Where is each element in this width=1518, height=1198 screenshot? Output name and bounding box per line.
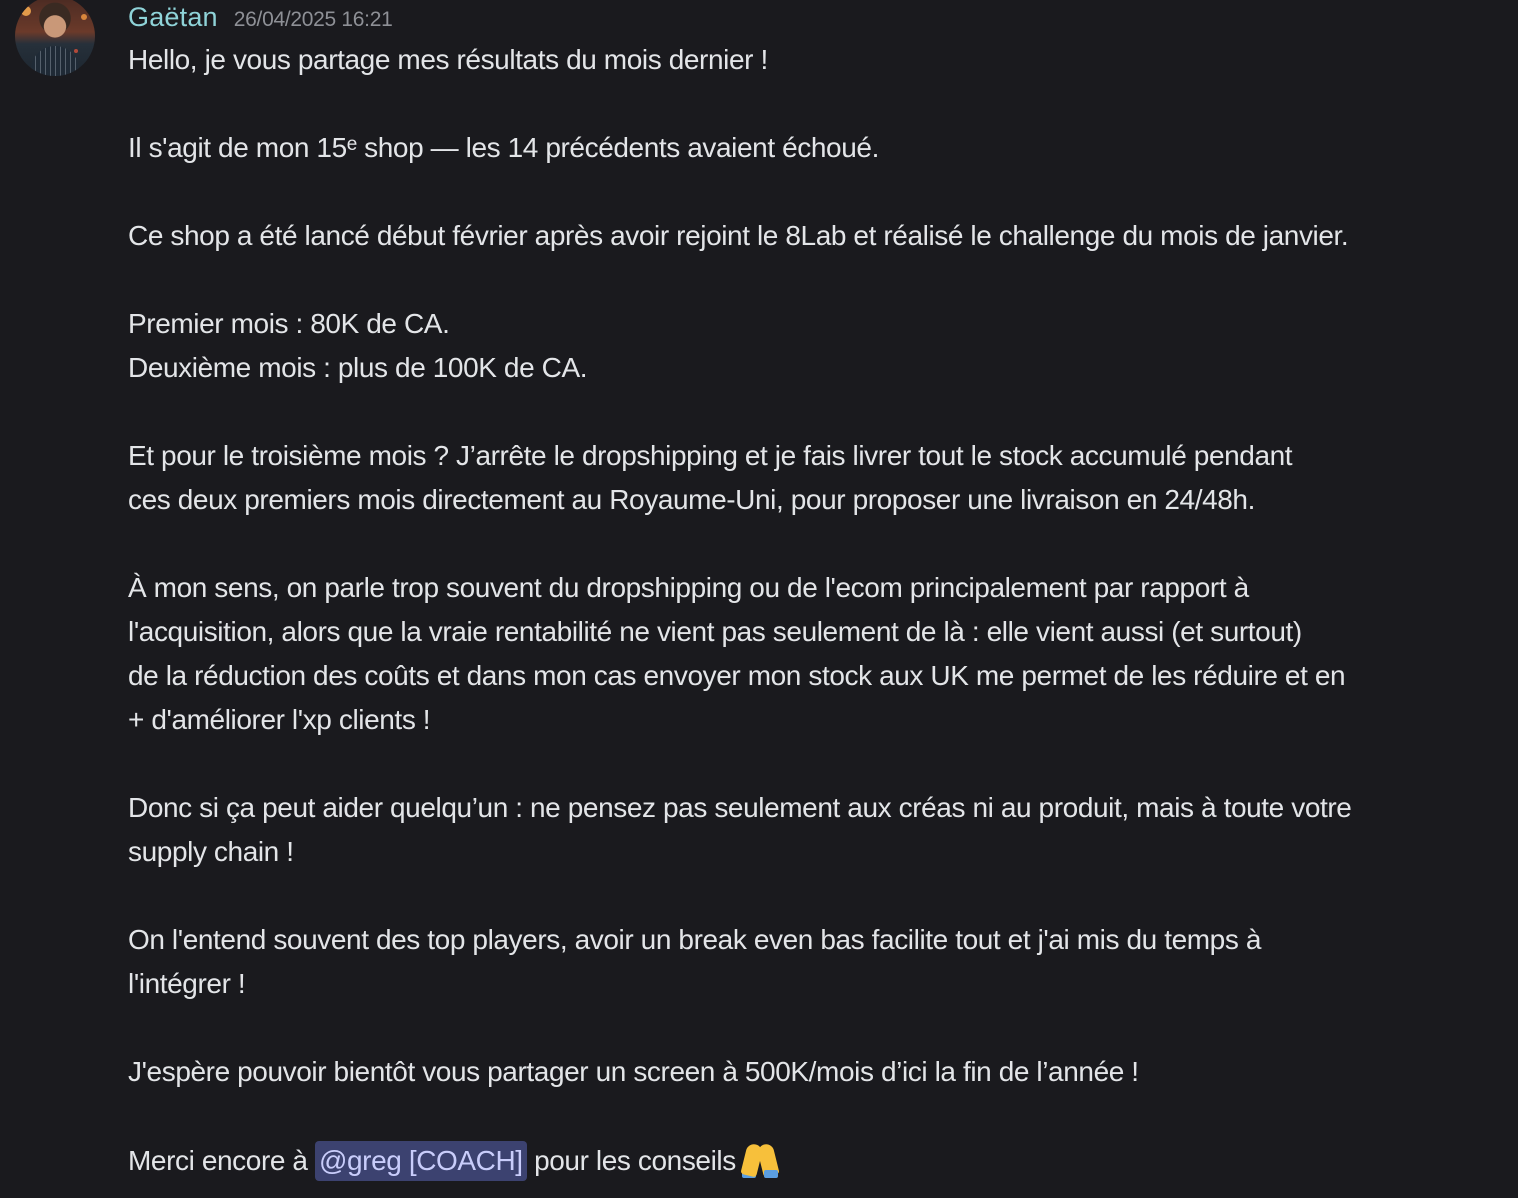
message-line: supply chain !: [128, 836, 294, 867]
user-mention[interactable]: @greg [COACH]: [314, 1141, 527, 1181]
message-line: Deuxième mois : plus de 100K de CA.: [128, 352, 588, 383]
message-line: Donc si ça peut aider quelqu’un : ne pen…: [128, 792, 1352, 823]
message-line: l'acquisition, alors que la vraie rentab…: [128, 616, 1302, 647]
message-line: de la réduction des coûts et dans mon ca…: [128, 660, 1346, 691]
message-line: Il s'agit de mon 15ᵉ shop — les 14 précé…: [128, 132, 879, 163]
message-line: J'espère pouvoir bientôt vous partager u…: [128, 1056, 1139, 1087]
thanks-text: Merci encore à: [128, 1145, 315, 1176]
message-line-final: Merci encore à @greg [COACH] pour les co…: [128, 1138, 1500, 1182]
message-line: + d'améliorer l'xp clients !: [128, 704, 431, 735]
message-line: l'intégrer !: [128, 968, 246, 999]
message-line: Ce shop a été lancé début février après …: [128, 220, 1349, 251]
folded-hands-icon: [740, 1138, 780, 1178]
message-header: Gaëtan 26/04/2025 16:21: [128, 0, 393, 37]
chat-message: Gaëtan 26/04/2025 16:21 Hello, je vous p…: [0, 0, 1518, 1198]
message-line: ces deux premiers mois directement au Ro…: [128, 484, 1255, 515]
timestamp[interactable]: 26/04/2025 16:21: [234, 3, 393, 37]
message-line: Et pour le troisième mois ? J’arrête le …: [128, 440, 1293, 471]
message-content: Hello, je vous partage mes résultats du …: [128, 38, 1500, 1182]
avatar-shirt: [31, 46, 79, 76]
message-line: Premier mois : 80K de CA.: [128, 308, 450, 339]
message-line: On l'entend souvent des top players, avo…: [128, 924, 1261, 955]
emoji-cuff-right: [763, 1170, 778, 1178]
message-line: À mon sens, on parle trop souvent du dro…: [128, 572, 1249, 603]
avatar-background-lights: [21, 6, 31, 16]
user-avatar[interactable]: [15, 0, 95, 76]
message-line: Hello, je vous partage mes résultats du …: [128, 44, 768, 75]
username[interactable]: Gaëtan: [128, 0, 218, 34]
thanks-text-end: pour les conseils: [526, 1145, 736, 1176]
